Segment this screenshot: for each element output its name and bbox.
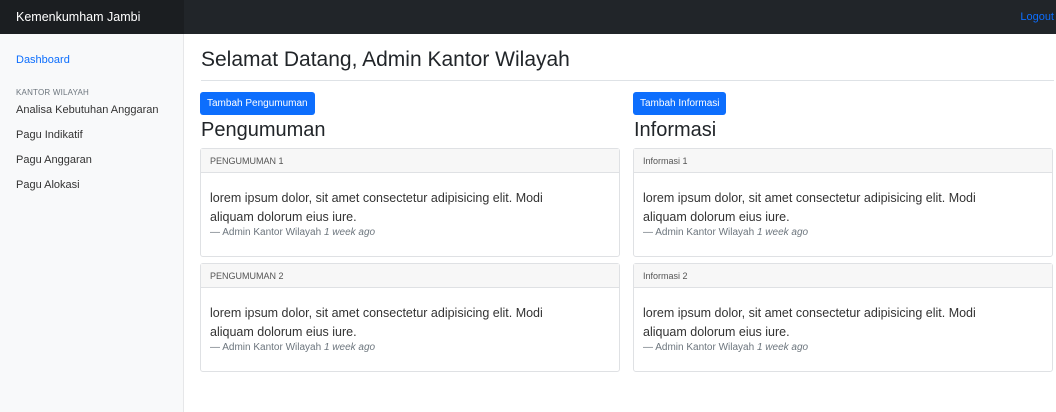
add-pengumuman-button[interactable]: Tambah Pengumuman xyxy=(200,92,315,115)
main-content: Selamat Datang, Admin Kantor Wilayah Tam… xyxy=(184,34,1056,412)
card-header: Informasi 2 xyxy=(634,264,1052,288)
sidebar-item-pagu-anggaran[interactable]: Pagu Anggaran xyxy=(16,154,92,166)
card-time: 1 week ago xyxy=(323,342,376,353)
informasi-heading: Informasi xyxy=(634,119,717,141)
card-author: — Admin Kantor Wilayah xyxy=(210,342,322,353)
card-header: PENGUMUMAN 1 xyxy=(201,149,619,173)
sidebar-item-dashboard[interactable]: Dashboard xyxy=(16,54,70,66)
card-header: PENGUMUMAN 2 xyxy=(201,264,619,288)
card-text: lorem ipsum dolor, sit amet consectetur … xyxy=(643,306,976,339)
sidebar-item-pagu-indikatif[interactable]: Pagu Indikatif xyxy=(16,129,83,141)
card-author: — Admin Kantor Wilayah xyxy=(643,227,755,238)
title-divider xyxy=(201,80,1054,81)
card-footer: — Admin Kantor Wilayah 1 week ago xyxy=(643,227,808,238)
logout-link[interactable]: Logout xyxy=(1020,0,1056,34)
add-informasi-button[interactable]: Tambah Informasi xyxy=(633,92,727,115)
informasi-card: Informasi 1 lorem ipsum dolor, sit amet … xyxy=(633,148,1053,257)
card-author: — Admin Kantor Wilayah xyxy=(643,342,755,353)
pengumuman-card: PENGUMUMAN 2 lorem ipsum dolor, sit amet… xyxy=(200,263,620,372)
card-author: — Admin Kantor Wilayah xyxy=(210,227,322,238)
card-header: Informasi 1 xyxy=(634,149,1052,173)
card-text: lorem ipsum dolor, sit amet consectetur … xyxy=(643,191,976,224)
page-title: Selamat Datang, Admin Kantor Wilayah xyxy=(201,48,570,71)
top-navbar: Kemenkumham Jambi Logout xyxy=(0,0,1056,34)
pengumuman-heading: Pengumuman xyxy=(201,119,326,141)
sidebar-item-analisa[interactable]: Analisa Kebutuhan Anggaran xyxy=(16,104,159,116)
sidebar-item-pagu-alokasi[interactable]: Pagu Alokasi xyxy=(16,179,80,191)
sidebar: Dashboard KANTOR WILAYAH Analisa Kebutuh… xyxy=(0,34,184,412)
card-time: 1 week ago xyxy=(756,342,809,353)
informasi-card: Informasi 2 lorem ipsum dolor, sit amet … xyxy=(633,263,1053,372)
card-text: lorem ipsum dolor, sit amet consectetur … xyxy=(210,191,543,224)
card-time: 1 week ago xyxy=(323,227,376,238)
sidebar-section-heading: KANTOR WILAYAH xyxy=(16,88,90,97)
card-footer: — Admin Kantor Wilayah 1 week ago xyxy=(643,342,808,353)
pengumuman-card: PENGUMUMAN 1 lorem ipsum dolor, sit amet… xyxy=(200,148,620,257)
brand-name[interactable]: Kemenkumham Jambi xyxy=(0,0,184,34)
card-footer: — Admin Kantor Wilayah 1 week ago xyxy=(210,342,375,353)
card-text: lorem ipsum dolor, sit amet consectetur … xyxy=(210,306,543,339)
card-time: 1 week ago xyxy=(756,227,809,238)
card-footer: — Admin Kantor Wilayah 1 week ago xyxy=(210,227,375,238)
